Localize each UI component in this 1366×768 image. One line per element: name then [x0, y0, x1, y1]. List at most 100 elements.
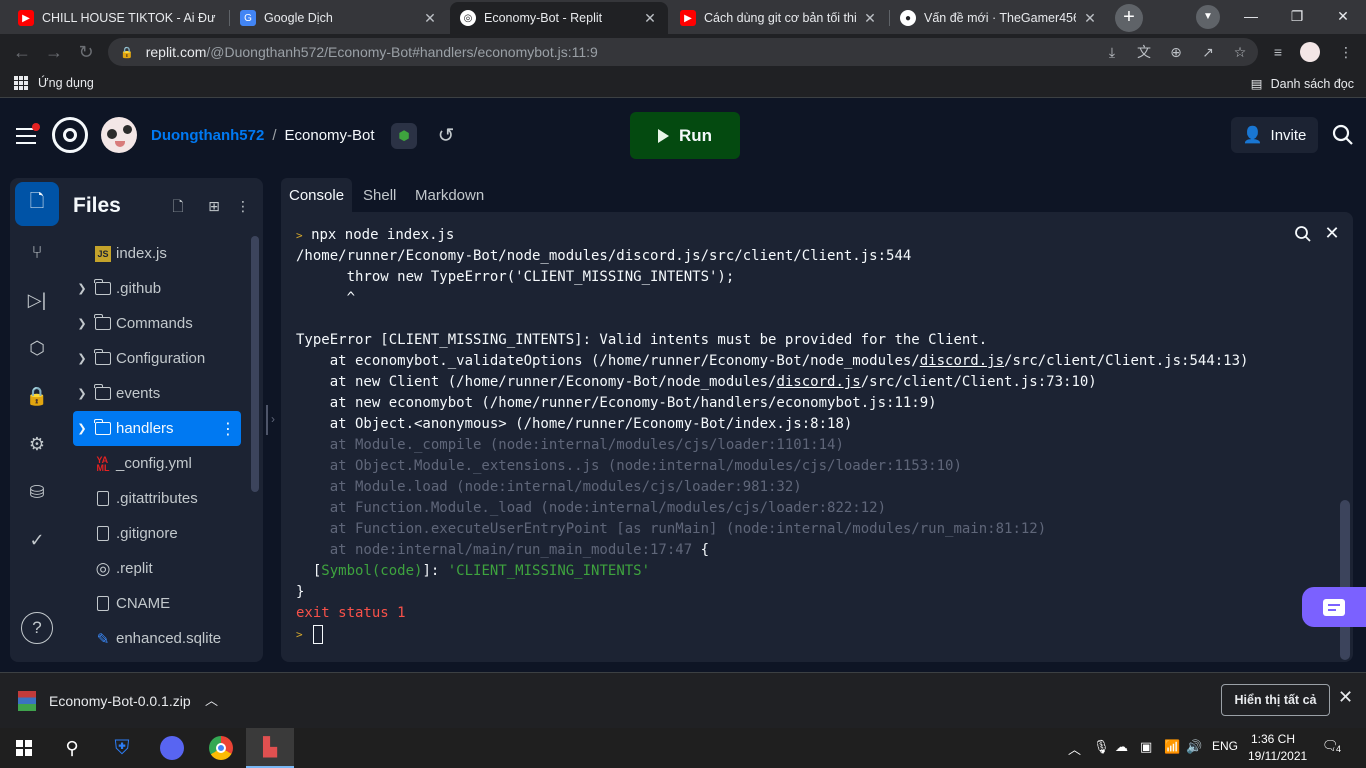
invite-button[interactable]: 👤 Invite	[1231, 117, 1318, 153]
microphone-icon[interactable]: 🎙	[1093, 739, 1110, 755]
wifi-icon[interactable]: 📶	[1164, 739, 1180, 755]
profile-avatar-icon[interactable]	[1300, 42, 1320, 62]
chevron-right-icon[interactable]: ›	[271, 412, 275, 426]
folder-item-handlers[interactable]: ❯ handlers ⋮	[73, 411, 241, 446]
new-file-icon[interactable]: 🗋	[168, 196, 188, 216]
replit-logo-icon[interactable]	[52, 117, 88, 153]
winrar-icon[interactable]: ▙	[246, 728, 294, 768]
folder-item-configuration[interactable]: ❯ Configuration	[73, 341, 241, 376]
repl-name[interactable]: Economy-Bot	[285, 127, 375, 144]
download-file-name[interactable]: Economy-Bot-0.0.1.zip	[49, 693, 191, 709]
version-control-icon[interactable]: ⑂	[15, 230, 59, 274]
translate-icon[interactable]: 文	[1134, 42, 1154, 62]
tab-search-icon[interactable]: ▼	[1196, 5, 1220, 29]
tab-shell[interactable]: Shell	[355, 178, 404, 212]
folder-item-commands[interactable]: ❯ Commands	[73, 306, 241, 341]
tab-markdown[interactable]: Markdown	[407, 178, 492, 212]
show-hidden-icons-icon[interactable]: ︿	[1068, 739, 1081, 758]
close-tab-icon[interactable]: ✕	[642, 10, 658, 27]
menu-dots-icon[interactable]: ⋮	[1336, 42, 1356, 62]
new-folder-icon[interactable]: ⊞	[204, 196, 224, 216]
unit-tests-check-icon[interactable]: ✓	[15, 518, 59, 562]
console-search-icon[interactable]	[1293, 224, 1313, 244]
run-button[interactable]: Run	[630, 112, 740, 159]
close-tab-icon[interactable]: ✕	[1082, 10, 1098, 27]
username-link[interactable]: Duongthanh572	[151, 127, 264, 144]
back-icon[interactable]: ←	[10, 40, 34, 64]
database-icon[interactable]: ⛁	[15, 470, 59, 514]
console-link[interactable]: discord.js	[920, 353, 1004, 369]
chevron-right-icon[interactable]: ❯	[77, 387, 87, 400]
close-icon[interactable]: ✕	[1322, 223, 1342, 243]
chevron-right-icon[interactable]: ❯	[77, 317, 87, 330]
chevron-right-icon[interactable]: ❯	[77, 422, 87, 435]
file-item-enhanced-sqlite[interactable]: ✎ enhanced.sqlite	[73, 621, 241, 656]
bookmark-star-icon[interactable]: ☆	[1230, 42, 1250, 62]
files-scrollbar[interactable]	[251, 236, 259, 492]
search-icon[interactable]	[1330, 122, 1356, 148]
file-item-gitattributes[interactable]: .gitattributes	[73, 481, 241, 516]
close-tab-icon[interactable]: ✕	[422, 10, 438, 27]
console-input-line[interactable]: >	[296, 624, 303, 645]
discord-icon[interactable]	[148, 728, 196, 768]
browser-tab-youtube-git[interactable]: ▶ Cách dùng git cơ bản tối thiể ✕	[670, 2, 888, 34]
file-item-gitignore[interactable]: .gitignore	[73, 516, 241, 551]
settings-gear-icon[interactable]: ⚙	[15, 422, 59, 466]
panel-resize-handle[interactable]	[266, 405, 268, 435]
item-menu-icon[interactable]: ⋮	[220, 419, 236, 439]
chat-support-icon[interactable]	[1302, 587, 1366, 627]
browser-tab-github[interactable]: ● Vấn đề mới · TheGamer456Y ✕	[890, 2, 1108, 34]
help-icon[interactable]: ?	[15, 606, 59, 650]
volume-icon[interactable]: 🔊	[1186, 739, 1202, 755]
browser-tab-google-translate[interactable]: G Google Dịch ✕	[230, 2, 448, 34]
language-indicator[interactable]: ENG	[1212, 739, 1238, 753]
console-output[interactable]: ✕ > npx node index.js /home/runner/Econo…	[281, 212, 1353, 662]
menu-icon[interactable]	[16, 123, 40, 144]
avatar[interactable]	[101, 117, 137, 153]
taskbar-app-icon[interactable]: ▣	[1140, 739, 1152, 755]
show-all-button[interactable]: Hiển thị tất cả	[1221, 684, 1330, 716]
new-tab-button[interactable]: +	[1115, 4, 1143, 32]
notification-center[interactable]: 🗨 4	[1322, 738, 1344, 758]
file-item-cname[interactable]: CNAME	[73, 586, 241, 621]
history-icon[interactable]: ↺	[433, 123, 459, 149]
media-control-icon[interactable]: ≡	[1268, 42, 1288, 62]
chevron-up-icon[interactable]: ︿	[205, 690, 218, 709]
clock[interactable]: 1:36 CH 19/11/2021	[1248, 731, 1307, 765]
browser-tab-replit[interactable]: ◎ Economy-Bot - Replit ✕	[450, 2, 668, 34]
url-input[interactable]: 🔒 replit.com /@Duongthanh572/Economy-Bot…	[108, 38, 1258, 66]
debugger-icon[interactable]: ▷|	[15, 278, 59, 322]
defender-shield-icon[interactable]: ⛨	[98, 728, 146, 768]
console-link[interactable]: discord.js	[776, 374, 860, 390]
share-icon[interactable]: ↗	[1198, 42, 1218, 62]
files-menu-icon[interactable]: ⋮	[233, 196, 253, 216]
reading-list-button[interactable]: ▤ Danh sách đọc	[1251, 76, 1354, 92]
apps-shortcut[interactable]: Ứng dụng	[14, 76, 94, 90]
file-item-config-yml[interactable]: YA ML _config.yml	[73, 446, 241, 481]
folder-item-github[interactable]: ❯ .github	[73, 271, 241, 306]
packages-icon[interactable]: ⬡	[15, 326, 59, 370]
chevron-right-icon[interactable]: ❯	[77, 352, 87, 365]
file-item-replit[interactable]: ◎ .replit	[73, 551, 241, 586]
tab-console[interactable]: Console	[281, 178, 353, 212]
forward-icon[interactable]: →	[42, 40, 66, 64]
search-icon[interactable]: ⚲	[48, 728, 96, 768]
files-tool-icon[interactable]: 🗋	[15, 182, 59, 226]
chrome-icon[interactable]	[197, 728, 245, 768]
reload-icon[interactable]: ↻	[74, 40, 98, 64]
start-button[interactable]	[0, 728, 48, 768]
onedrive-cloud-icon[interactable]: ☁	[1115, 739, 1128, 755]
close-tab-icon[interactable]: ✕	[862, 10, 878, 27]
nodejs-icon[interactable]: ⬢	[391, 123, 417, 149]
console-scrollbar[interactable]	[1340, 500, 1350, 660]
minimize-icon[interactable]: —	[1228, 0, 1274, 32]
zoom-icon[interactable]: ⊕	[1166, 42, 1186, 62]
secrets-lock-icon[interactable]: 🔒	[15, 374, 59, 418]
chevron-right-icon[interactable]: ❯	[77, 282, 87, 295]
file-item-index-js[interactable]: JS index.js	[73, 236, 241, 271]
install-app-icon[interactable]: ⤓	[1102, 42, 1122, 62]
browser-tab-youtube-chill[interactable]: ▶ CHILL HOUSE TIKTOK - Ai Đư	[8, 2, 226, 34]
folder-item-events[interactable]: ❯ events	[73, 376, 241, 411]
close-icon[interactable]: ✕	[1338, 687, 1353, 708]
restore-icon[interactable]: ❐	[1274, 0, 1320, 32]
